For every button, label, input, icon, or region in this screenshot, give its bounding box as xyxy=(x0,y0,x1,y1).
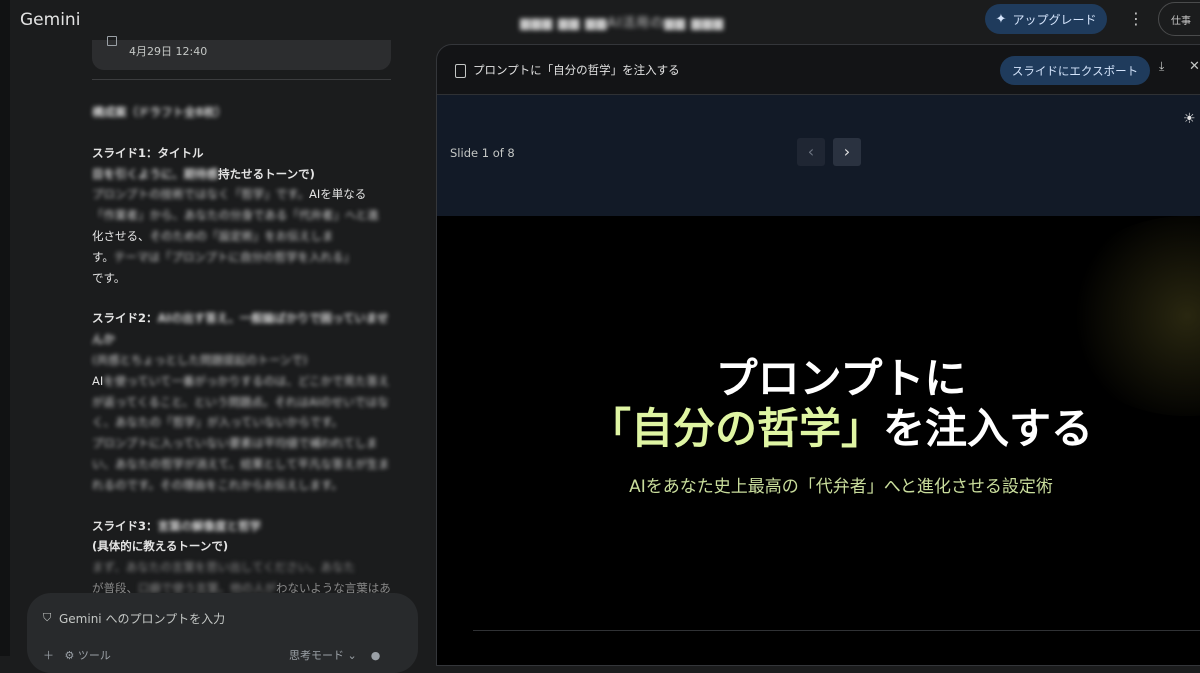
conversation-title[interactable]: ▆▆▆ ▆▆ ▆▆AI活用の▆▆ ▆▆▆ xyxy=(520,12,724,31)
slide1-tone: 持たせるトーンで) xyxy=(218,166,315,181)
canvas-panel: プロンプトに「自分の哲学」を注入する スライドにエクスポート ⤓ ✕ ☀ Sli… xyxy=(436,44,1200,666)
slide2-line3-blurred: が返ってくること、という問題点。それはAIのせいではな xyxy=(92,394,389,409)
slide2-line4-blurred: く、あなたの「哲学」が入っていないからです。 xyxy=(92,415,343,430)
workspace-switcher[interactable]: 仕事 xyxy=(1158,2,1200,36)
slide-title-accent: 「自分の哲学」 xyxy=(588,404,883,453)
slide2-line2-blurred: を使っていて一番がっかりするのは、どこかで見た答え xyxy=(103,373,390,388)
slide2-line5-blurred: プロンプトに入っていない要素は平均値で補われてしま xyxy=(92,436,378,451)
slide3-line1-blurred: まず、あなたの言葉を思い出してください。あなた xyxy=(92,560,356,575)
slide1-label: スライド1：タイトル xyxy=(92,145,204,160)
slide-preview: プロンプトに 「自分の哲学」を注入する AIをあなた史上最高の「代弁者」へと進化… xyxy=(437,216,1200,665)
tools-row[interactable]: ＋ ⚙ ツール xyxy=(43,647,111,663)
shield-icon: ⛉ xyxy=(43,611,52,624)
chevron-right-icon[interactable]: › xyxy=(833,138,861,166)
top-bar: Gemini ▆▆▆ ▆▆ ▆▆AI活用の▆▆ ▆▆▆ ✦ アップグレード ⋮ … xyxy=(0,0,1200,40)
slide2-line6-blurred: い、あなたの哲学が消えて、結果として平凡な答えが生ま xyxy=(92,456,390,471)
message-timestamp: 4月29日 12:40 xyxy=(129,45,208,58)
slide2-line7-blurred: れるのです。その理由をこれからお伝えします。 xyxy=(92,477,343,492)
canvas-header: プロンプトに「自分の哲学」を注入する スライドにエクスポート ⤓ ✕ xyxy=(437,45,1200,95)
close-icon[interactable]: ✕ xyxy=(1189,59,1200,74)
slide3-label: スライド3： xyxy=(92,518,158,533)
left-rail xyxy=(0,0,10,656)
slide1-line1-blurred: プロンプトの技術ではなく「哲学」です。 xyxy=(92,187,310,202)
slide1-line2-blurred: 「作業者」から、あなたの分身である「代弁者」へと進 xyxy=(92,208,379,223)
slide-counter: Slide 1 of 8 xyxy=(450,146,515,160)
calendar-icon xyxy=(107,36,117,46)
chevron-left-icon[interactable]: ‹ xyxy=(797,138,825,166)
response-heading: 構成案（ドラフト全8枚） xyxy=(92,105,227,119)
slide1-line3-blurred: そのための「設定術」をお伝えしま xyxy=(149,228,334,243)
export-label: スライドにエクスポート xyxy=(1011,63,1139,78)
theme-sun-icon[interactable]: ☀ xyxy=(1183,111,1196,127)
canvas-title: プロンプトに「自分の哲学」を注入する xyxy=(473,63,680,77)
download-icon[interactable]: ⤓ xyxy=(1159,59,1164,74)
upgrade-button[interactable]: ✦ アップグレード xyxy=(985,4,1107,34)
slide2-label: スライド2： xyxy=(92,311,158,326)
app-logo[interactable]: Gemini xyxy=(20,10,80,30)
slide-divider xyxy=(473,630,1200,631)
user-message-card: 4月29日 12:40 xyxy=(92,36,391,70)
slide1-line5-text: です。 xyxy=(92,270,126,285)
sparkle-icon: ✦ xyxy=(995,11,1007,27)
workspace-label: 仕事 xyxy=(1171,15,1191,27)
slide-title: プロンプトに 「自分の哲学」を注入する xyxy=(437,354,1200,454)
slide3-tone: (具体的に教えるトーンで) xyxy=(92,539,229,554)
slide1-line1-text: AIを単なる xyxy=(309,187,367,202)
slide1-tone-blurred: 目を引くように、期待感 xyxy=(92,166,219,181)
slide2-line1-blurred: (共感とちょっとした問題提起のトーンで) xyxy=(92,352,308,367)
slide-viewer: ☀ Slide 1 of 8 ‹ › プロンプトに 「自分の哲学」を注入する A… xyxy=(437,95,1200,665)
document-icon xyxy=(455,64,466,78)
upgrade-label: アップグレード xyxy=(1012,12,1097,27)
mode-selector[interactable]: 思考モード ⌄ ● xyxy=(289,647,380,663)
message-divider xyxy=(92,79,391,80)
slide3-label-blurred: 言葉の解像度と哲学 xyxy=(157,518,262,533)
slide1-line3-text: 化させる、 xyxy=(92,228,150,243)
prompt-box[interactable]: ⛉ Gemini へのプロンプトを入力 ＋ ⚙ ツール 思考モード ⌄ ● xyxy=(27,593,418,673)
prompt-input[interactable]: Gemini へのプロンプトを入力 xyxy=(59,610,225,627)
slide1-line4-text: す。 xyxy=(92,249,114,264)
response-text: 構成案（ドラフト全8枚） スライド1：タイトル 目を引くように、期待感持たせるト… xyxy=(92,102,392,620)
slide-title-line1: プロンプトに xyxy=(715,354,967,403)
slide-subtitle: AIをあなた史上最高の「代弁者」へと進化させる設定術 xyxy=(629,477,1053,497)
slide1-line4-blurred: テーマは「プロンプトに自分の哲学を入れる」 xyxy=(113,249,356,264)
slide-title-rest: を注入する xyxy=(883,404,1094,453)
chat-column[interactable]: 4月29日 12:40 構成案（ドラフト全8枚） スライド1：タイトル 目を引く… xyxy=(10,36,430,656)
slide2-line2-text: AI xyxy=(92,373,104,388)
more-vert-icon[interactable]: ⋮ xyxy=(1126,8,1146,30)
export-to-slides-button[interactable]: スライドにエクスポート xyxy=(1000,56,1150,85)
